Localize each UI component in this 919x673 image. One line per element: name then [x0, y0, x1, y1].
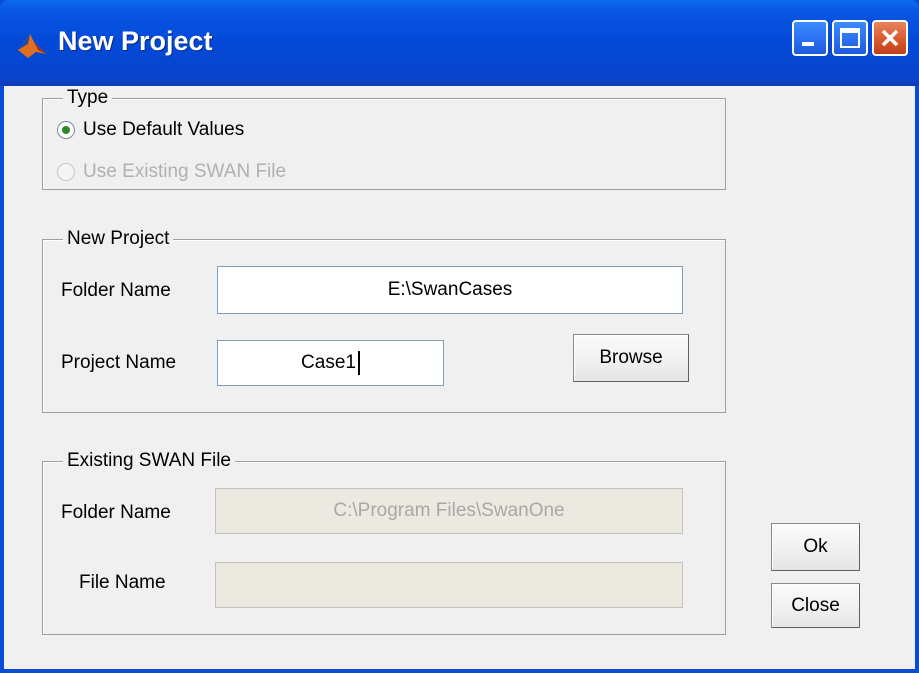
new-project-group-legend: New Project	[63, 228, 174, 250]
existing-folder-name-label: Folder Name	[61, 502, 171, 523]
close-button[interactable]: Close	[771, 583, 860, 628]
file-name-label: File Name	[79, 572, 166, 593]
dialog-window: New Project Type Use Default Values Use …	[0, 0, 919, 673]
existing-swan-file-group: Existing SWAN File Folder Name C:\Progra…	[42, 450, 726, 635]
close-icon	[881, 29, 899, 47]
text-caret	[357, 351, 360, 375]
ok-button[interactable]: Ok	[771, 523, 860, 571]
folder-name-label: Folder Name	[61, 280, 171, 301]
radio-button-icon	[57, 121, 75, 139]
existing-file-group-legend: Existing SWAN File	[63, 450, 235, 472]
maximize-button[interactable]	[832, 20, 868, 56]
minimize-button[interactable]	[792, 20, 828, 56]
existing-folder-name-input[interactable]: C:\Program Files\SwanOne	[215, 488, 683, 534]
project-name-input[interactable]: Case1	[217, 340, 444, 386]
maximize-icon	[840, 28, 860, 48]
window-title: New Project	[58, 26, 213, 56]
close-window-button[interactable]	[872, 20, 908, 56]
minimize-icon	[802, 42, 814, 46]
type-group-legend: Type	[63, 87, 113, 109]
folder-name-value: E:\SwanCases	[387, 279, 513, 300]
browse-button[interactable]: Browse	[573, 334, 689, 382]
title-bar[interactable]: New Project	[0, 0, 919, 86]
dialog-body: Type Use Default Values Use Existing SWA…	[4, 86, 915, 669]
new-project-group: New Project Folder Name E:\SwanCases Pro…	[42, 228, 726, 413]
radio-button-icon	[57, 163, 75, 181]
radio-use-existing-label: Use Existing SWAN File	[83, 161, 287, 182]
radio-use-default-label: Use Default Values	[83, 119, 245, 140]
folder-name-input[interactable]: E:\SwanCases	[217, 266, 683, 314]
file-name-input[interactable]	[215, 562, 683, 608]
project-name-label: Project Name	[61, 352, 177, 373]
project-name-value: Case1	[301, 352, 356, 373]
type-group: Type Use Default Values Use Existing SWA…	[42, 87, 726, 190]
radio-use-default[interactable]: Use Default Values	[57, 119, 244, 141]
radio-use-existing[interactable]: Use Existing SWAN File	[57, 161, 286, 183]
existing-folder-name-value: C:\Program Files\SwanOne	[333, 500, 565, 521]
matlab-icon	[18, 34, 46, 58]
